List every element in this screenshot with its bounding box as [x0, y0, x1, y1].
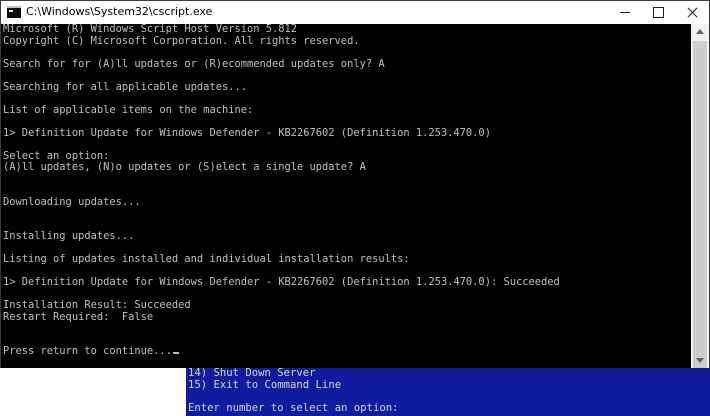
console-output[interactable]: Microsoft (R) Windows Script Host Versio…: [1, 24, 691, 368]
minimize-button[interactable]: [608, 1, 642, 24]
console-line: Installation Result: Succeeded: [3, 299, 191, 311]
console-line: Searching for all applicable updates...: [3, 80, 247, 93]
text-cursor: [172, 352, 179, 354]
console-line: Listing of updates installed and individ…: [3, 253, 410, 265]
vertical-scrollbar[interactable]: [691, 24, 709, 368]
title-bar[interactable]: C:\Windows\System32\cscript.exe: [1, 1, 709, 24]
scroll-thumb[interactable]: [693, 41, 707, 368]
bg-console-line: 14) Shut Down Server: [188, 367, 316, 379]
maximize-button[interactable]: [641, 1, 675, 24]
window-title: C:\Windows\System32\cscript.exe: [26, 5, 213, 18]
console-line: 1> Definition Update for Windows Defende…: [3, 276, 560, 288]
console-line: List of applicable items on the machine:: [3, 103, 254, 116]
close-button[interactable]: [675, 1, 709, 24]
console-line: Copyright (C) Microsoft Corporation. All…: [3, 34, 360, 47]
scroll-down-arrow-icon[interactable]: [691, 352, 709, 368]
console-line: (A)ll updates, (N)o updates or (S)elect …: [3, 161, 366, 173]
console-line: Restart Required: False: [3, 310, 154, 323]
console-line: Search for for (A)ll updates or (R)ecomm…: [3, 57, 385, 70]
bg-console-line: Enter number to select an option:: [188, 401, 399, 414]
cscript-window: C:\Windows\System32\cscript.exe Microsof…: [0, 0, 710, 368]
background-sconfig-console[interactable]: 14) Shut Down Server 15) Exit to Command…: [186, 367, 710, 416]
console-line: Installing updates...: [3, 230, 135, 242]
console-line: Downloading updates...: [3, 195, 141, 208]
console-line: Press return to continue...: [3, 345, 179, 358]
console-line: Microsoft (R) Windows Script Host Versio…: [3, 24, 298, 35]
console-app-icon: [7, 6, 21, 18]
bg-console-line: 15) Exit to Command Line: [188, 378, 342, 391]
console-line: 1> Definition Update for Windows Defende…: [3, 126, 491, 139]
scroll-up-arrow-icon[interactable]: [691, 24, 709, 40]
